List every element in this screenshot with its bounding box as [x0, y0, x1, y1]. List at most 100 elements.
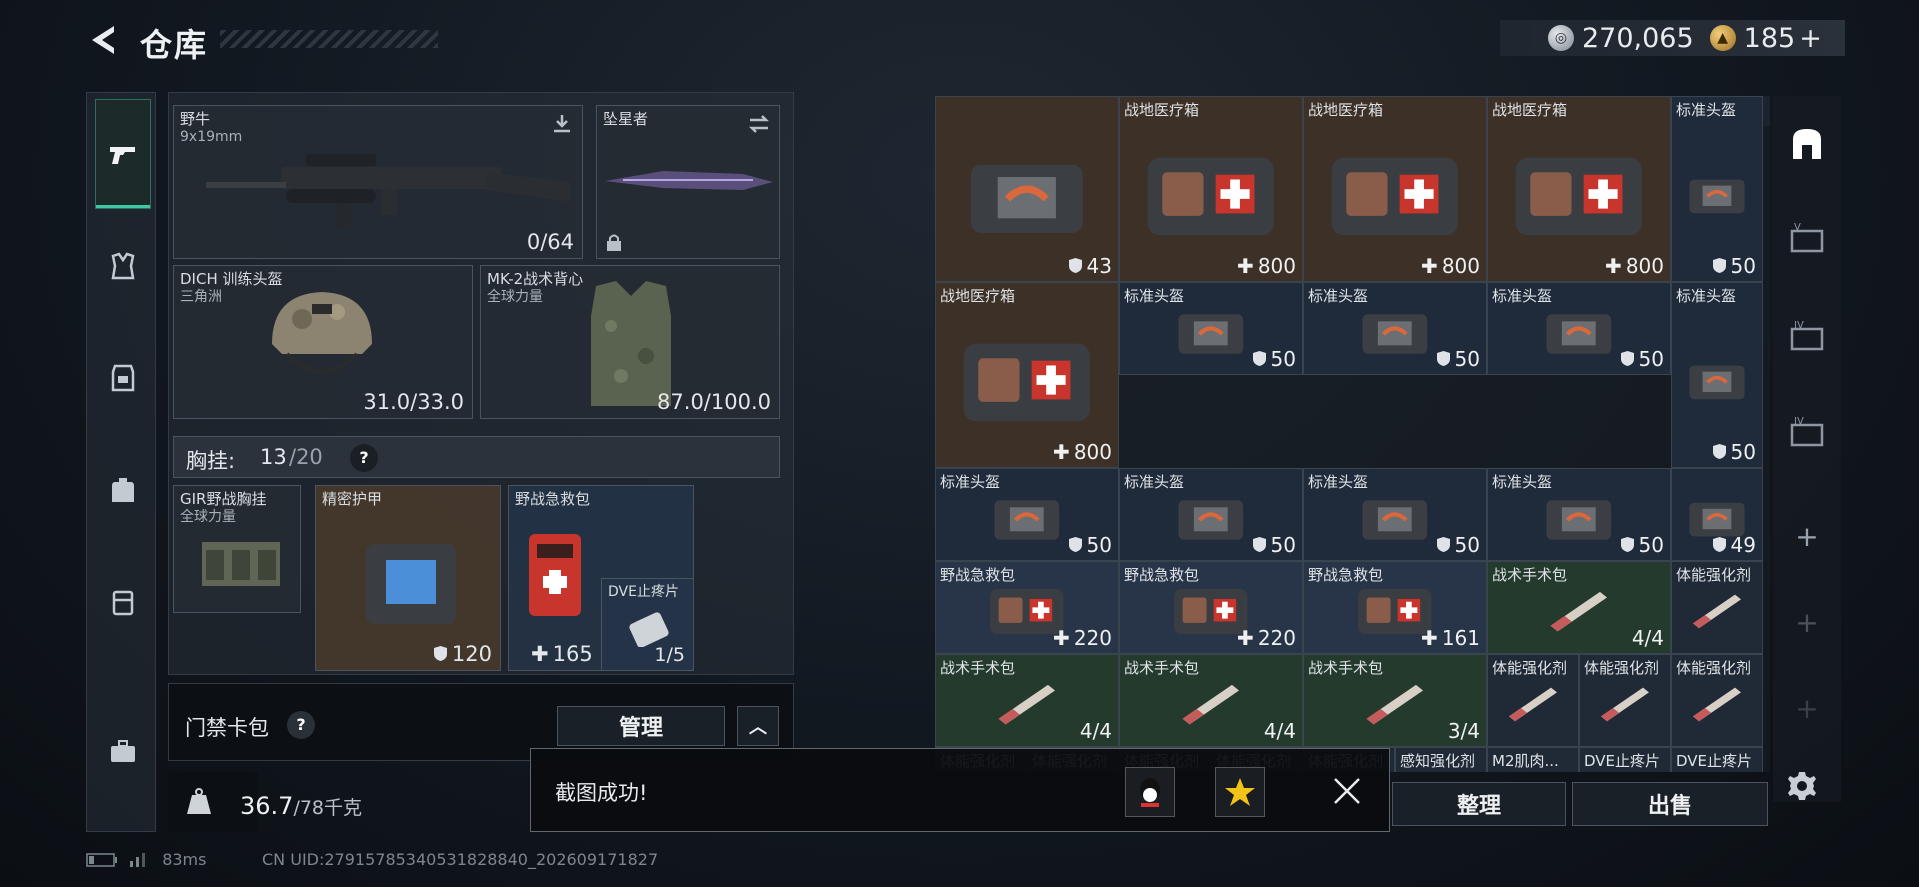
inventory-item[interactable]: 标准头盔 50	[1303, 282, 1487, 375]
chest-rig-used: 13	[260, 445, 287, 469]
item-value: ✚ 165	[531, 642, 593, 666]
item-value: 50	[1252, 533, 1296, 557]
item-name: M2肌肉...	[1492, 752, 1559, 770]
item-image	[1681, 137, 1753, 251]
inventory-item[interactable]: 43	[935, 96, 1119, 282]
keycard-help-button[interactable]: ?	[287, 711, 315, 739]
item-name: 标准头盔	[1676, 287, 1737, 305]
inventory-item[interactable]: 体能强化剂	[1579, 654, 1671, 747]
tab-case[interactable]	[95, 697, 151, 807]
inventory-item[interactable]: 战术手术包 4/4	[935, 654, 1119, 747]
tab-vest[interactable]	[95, 323, 151, 433]
add-storage-disabled-icon-2: +	[1795, 691, 1819, 725]
item-name: 标准头盔	[1124, 287, 1185, 305]
storage-page-iv2-icon[interactable]: IV	[1787, 414, 1827, 454]
inventory-item[interactable]: DVE止疼片5/5	[1579, 747, 1671, 772]
item-value: 1/5	[654, 644, 685, 666]
inventory-item[interactable]: 标准头盔 50	[1303, 468, 1487, 561]
inventory-item[interactable]: 战地医疗箱 ✚ 800	[1487, 96, 1671, 282]
item-name: 野战急救包	[1308, 566, 1384, 584]
tab-weapons[interactable]	[95, 99, 151, 209]
inventory-item[interactable]: 战地医疗箱 ✚ 800	[1303, 96, 1487, 282]
qzone-share-icon[interactable]	[1215, 767, 1265, 817]
title-decoration	[220, 30, 438, 48]
heal-plus-icon: ✚	[1237, 254, 1254, 278]
back-arrow-icon[interactable]	[86, 22, 122, 58]
storage-main-icon[interactable]	[1787, 124, 1827, 164]
heal-plus-icon: ✚	[1605, 254, 1622, 278]
inventory-item[interactable]: 标准头盔 50	[1119, 468, 1303, 561]
helmet-durability: 31.0/33.0	[363, 390, 464, 414]
melee-slot[interactable]: 坠星者	[596, 105, 780, 259]
item-value: ✚ 800	[1605, 254, 1664, 278]
tab-backpack[interactable]	[95, 435, 151, 545]
inventory-item[interactable]: M2肌肉...	[1487, 747, 1579, 772]
inventory-item[interactable]: 战术手术包 4/4	[1487, 561, 1671, 654]
chest-rig-help-button[interactable]: ?	[350, 444, 378, 472]
tab-pouch[interactable]	[95, 547, 151, 657]
inventory-item[interactable]: 战地医疗箱 ✚ 800	[935, 282, 1119, 468]
item-value: 49	[1712, 533, 1756, 557]
inventory-item[interactable]: 野战急救包 ✚ 220	[1119, 561, 1303, 654]
tab-armor[interactable]	[95, 211, 151, 321]
gold-amount: 185	[1743, 22, 1796, 54]
inventory-item[interactable]: 体能强化剂	[1671, 654, 1763, 747]
inventory-item[interactable]: 感知强化剂	[1395, 747, 1487, 772]
item-image	[1681, 675, 1753, 731]
item-image	[954, 137, 1100, 251]
chest-rig-capacity: /20	[289, 445, 323, 469]
backpack-icon	[112, 478, 134, 502]
inventory-item[interactable]: 体能强化剂	[1487, 654, 1579, 747]
swap-icon[interactable]	[747, 112, 771, 136]
inventory-item[interactable]: 体能强化剂	[1671, 561, 1763, 654]
inventory-item[interactable]: 标准头盔 50	[1487, 282, 1671, 375]
inventory-item[interactable]: 战术手术包 4/4	[1119, 654, 1303, 747]
item-value: 50	[1068, 533, 1112, 557]
item-name: DVE止疼片	[1584, 752, 1661, 770]
inventory-item[interactable]: 野战急救包 ✚ 161	[1303, 561, 1487, 654]
item-name: 体能强化剂	[1584, 659, 1660, 677]
item-name: 战地医疗箱	[1124, 101, 1200, 119]
storage-page-iv-icon[interactable]: IV	[1787, 318, 1827, 358]
pouch-icon	[112, 590, 134, 616]
storage-page-v-icon[interactable]: V	[1787, 220, 1827, 260]
inventory-item[interactable]: 标准头盔 50	[1671, 96, 1763, 282]
inventory-item[interactable]: 标准头盔 50	[1671, 282, 1763, 468]
download-icon[interactable]	[550, 112, 574, 136]
chest-rig-item[interactable]: GIR野战胸挂 全球力量	[173, 485, 301, 613]
keycard-label: 门禁卡包	[185, 716, 269, 740]
item-image	[1506, 582, 1652, 638]
item-name: 战地医疗箱	[1308, 101, 1384, 119]
inventory-item[interactable]: DVE止疼片5/5	[1671, 747, 1763, 772]
inventory-item[interactable]: 标准头盔 50	[935, 468, 1119, 561]
inventory-item[interactable]: 野战急救包 ✚ 220	[935, 561, 1119, 654]
item-name: 体能强化剂	[1676, 566, 1752, 584]
close-icon[interactable]	[1331, 775, 1363, 807]
item-value: 4/4	[1079, 719, 1112, 743]
item-image	[1497, 675, 1569, 731]
collapse-chevron-icon[interactable]: ︿	[737, 706, 779, 746]
primary-weapon-slot[interactable]: 野牛 9x19mm 0/64	[173, 105, 583, 259]
heal-plus-icon: ✚	[1421, 626, 1438, 650]
sell-button[interactable]: 出售	[1572, 782, 1768, 826]
helmet-slot[interactable]: DICH 训练头盔 三角洲 31.0/33.0	[173, 265, 473, 419]
body-armor-slot[interactable]: MK-2战术背心 全球力量 87.0/100.0	[480, 265, 780, 419]
item-value: ✚ 800	[1237, 254, 1296, 278]
settings-gear-icon[interactable]	[1784, 768, 1820, 804]
dve-painkiller-item[interactable]: DVE止疼片 1/5	[601, 578, 694, 671]
add-storage-icon[interactable]: +	[1787, 516, 1827, 556]
item-name: 标准头盔	[1124, 473, 1185, 491]
item-value: 43	[1068, 254, 1112, 278]
manage-button[interactable]: 管理	[557, 706, 725, 746]
inventory-item[interactable]: 标准头盔 50	[1487, 468, 1671, 561]
item-value: 4/4	[1631, 626, 1664, 650]
inventory-item[interactable]: 49	[1671, 468, 1763, 561]
gold-add-button[interactable]: +	[1799, 23, 1822, 54]
qq-share-icon[interactable]	[1125, 767, 1175, 817]
inventory-item[interactable]: 战术手术包 3/4	[1303, 654, 1487, 747]
precision-armor-item[interactable]: 精密护甲 120	[315, 485, 501, 671]
organize-button[interactable]: 整理	[1392, 782, 1566, 826]
inventory-item[interactable]: 标准头盔 50	[1119, 282, 1303, 375]
chest-rig-header: 胸挂: 13 /20 ?	[173, 436, 780, 478]
inventory-item[interactable]: 战地医疗箱 ✚ 800	[1119, 96, 1303, 282]
